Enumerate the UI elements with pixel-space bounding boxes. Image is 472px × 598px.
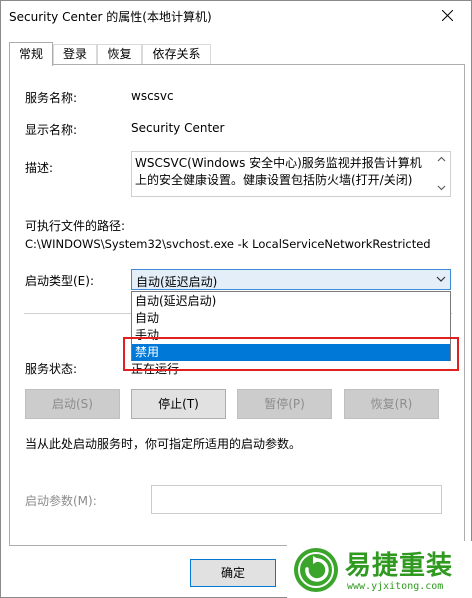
scroll-down-icon[interactable] bbox=[437, 183, 446, 192]
tab-logon[interactable]: 登录 bbox=[53, 44, 97, 65]
startup-type-select[interactable]: 自动(延迟启动) bbox=[131, 269, 451, 290]
startup-type-value: 自动(延迟启动) bbox=[136, 275, 218, 289]
startup-type-label: 启动类型(E): bbox=[25, 274, 94, 288]
service-name-value: wscsvc bbox=[131, 89, 174, 103]
highlight-box bbox=[123, 337, 459, 371]
window-title: Security Center 的属性(本地计算机) bbox=[9, 10, 212, 24]
close-button[interactable] bbox=[425, 1, 471, 31]
watermark: 易捷重装 www.yjxitong.com bbox=[287, 541, 472, 598]
watermark-title: 易捷重装 bbox=[345, 551, 454, 581]
title-bar[interactable]: Security Center 的属性(本地计算机) bbox=[1, 1, 471, 31]
properties-window: Security Center 的属性(本地计算机) 常规 登录 恢复 依存关系… bbox=[0, 0, 472, 598]
tab-general[interactable]: 常规 bbox=[9, 42, 53, 66]
description-scrollbar[interactable] bbox=[433, 152, 450, 196]
description-box[interactable]: WSCSVC(Windows 安全中心)服务监视并报告计算机上的安全健康设置。健… bbox=[131, 151, 451, 197]
scroll-up-icon[interactable] bbox=[437, 155, 446, 164]
pause-button[interactable]: 暂停(P) bbox=[237, 389, 332, 419]
description-text: WSCSVC(Windows 安全中心)服务监视并报告计算机上的安全健康设置。健… bbox=[135, 156, 422, 187]
exe-path-label: 可执行文件的路径: bbox=[25, 219, 126, 233]
display-name-value: Security Center bbox=[131, 121, 225, 135]
start-params-label: 启动参数(M): bbox=[25, 494, 97, 508]
chevron-down-icon bbox=[436, 276, 446, 282]
service-status-label: 服务状态: bbox=[25, 362, 78, 376]
description-label: 描述: bbox=[25, 161, 54, 175]
watermark-url: www.yjxitong.com bbox=[347, 581, 444, 592]
tab-recovery[interactable]: 恢复 bbox=[97, 44, 142, 65]
tab-strip: 常规 登录 恢复 依存关系 bbox=[9, 42, 469, 66]
display-name-label: 显示名称: bbox=[25, 123, 78, 137]
start-params-hint: 当从此处启动服务时，你可指定所适用的启动参数。 bbox=[25, 437, 302, 451]
start-button[interactable]: 启动(S) bbox=[25, 389, 120, 419]
option-auto-delayed[interactable]: 自动(延迟启动) bbox=[132, 293, 450, 310]
service-name-label: 服务名称: bbox=[25, 91, 78, 105]
ok-button[interactable]: 确定 bbox=[190, 559, 276, 587]
general-panel: 服务名称: wscsvc 显示名称: Security Center 描述: W… bbox=[9, 64, 465, 546]
resume-button[interactable]: 恢复(R) bbox=[344, 389, 439, 419]
close-icon bbox=[442, 10, 453, 21]
start-params-input[interactable] bbox=[151, 485, 442, 514]
tab-dependencies[interactable]: 依存关系 bbox=[142, 44, 211, 65]
watermark-logo-icon bbox=[294, 548, 338, 592]
exe-path-value: C:\WINDOWS\System32\svchost.exe -k Local… bbox=[25, 237, 431, 251]
stop-button[interactable]: 停止(T) bbox=[131, 389, 226, 419]
option-auto[interactable]: 自动 bbox=[132, 310, 450, 327]
